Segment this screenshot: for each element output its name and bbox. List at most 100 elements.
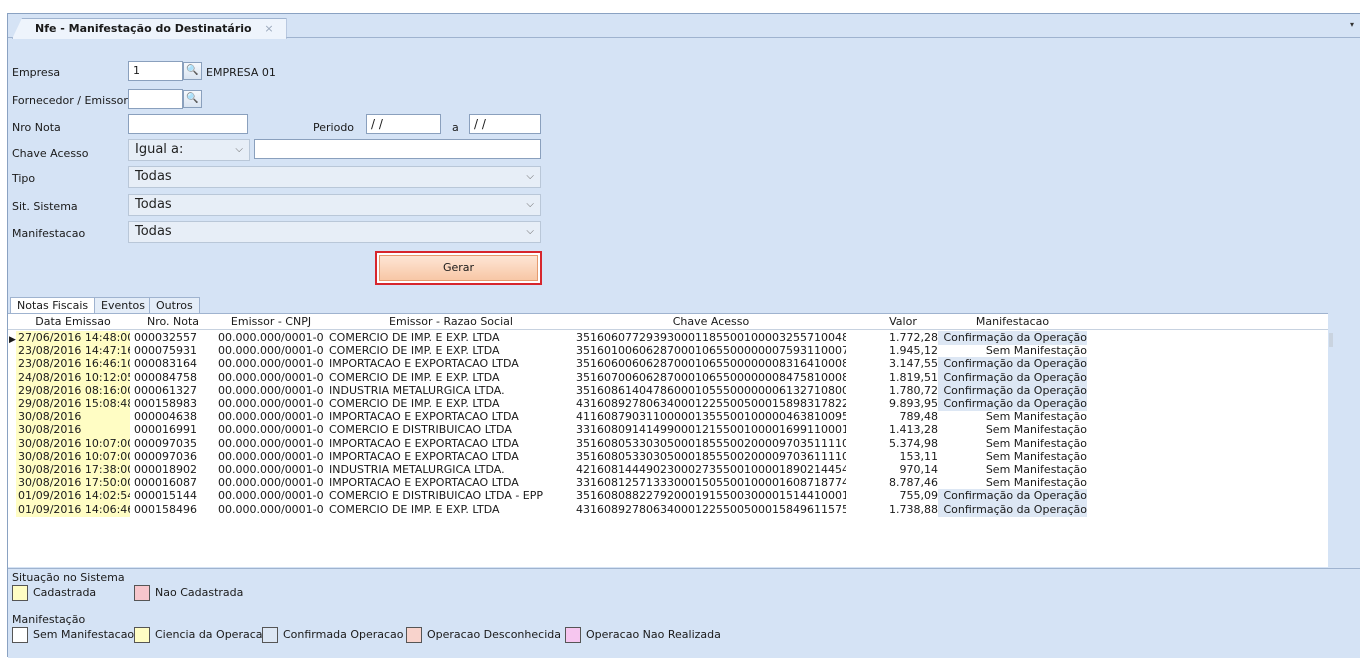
tab-outros[interactable]: Outros xyxy=(149,297,200,313)
table-row[interactable]: 30/08/2016 000004638 00.000.000/0001-06 IMP… xyxy=(8,410,1328,425)
legend-swatch xyxy=(134,585,150,601)
empresa-lookup-icon[interactable]: 🔍 xyxy=(183,62,202,80)
cell-manifestacao: Confirmação da Operação xyxy=(938,383,1087,398)
table-row[interactable]: 30/08/2016 10:07:00 000097035 00.000.000/0… xyxy=(8,436,1328,451)
tab-nfe-manifestacao[interactable]: Nfe - Manifestação do Destinatário × xyxy=(12,18,287,39)
cell-cnpj: 00.000.000/0001-06 xyxy=(218,489,324,503)
manifestacao-select[interactable]: Todas ⌵ xyxy=(128,221,541,243)
table-row[interactable]: 30/08/2016 10:07:00 000097036 00.000.000/0… xyxy=(8,449,1328,464)
cell-razao-social: IMPORTACAO E EXPORTACAO LTDA xyxy=(329,449,519,463)
cell-razao-social: COMERCIO E DISTRIBUICAO LTDA xyxy=(329,423,512,437)
grid-tabs: Notas Fiscais Eventos Outros xyxy=(8,297,1360,313)
nro-nota-field[interactable] xyxy=(128,114,248,134)
col-header-manifestacao[interactable]: Manifestacao xyxy=(938,314,1087,330)
table-row[interactable]: 29/08/2016 08:16:00 000061327 00.000.000/0… xyxy=(8,383,1328,398)
cell-razao-social: COMERCIO DE IMP. E EXP. LTDA xyxy=(329,502,500,516)
gerar-button[interactable]: Gerar xyxy=(379,255,538,281)
tipo-value: Todas xyxy=(135,169,172,184)
cell-cnpj: 00.000.000/0001-06 xyxy=(218,344,324,358)
table-row[interactable]: 30/08/2016 17:50:00 000016087 00.000.000/0… xyxy=(8,476,1328,491)
tab-notas-fiscais[interactable]: Notas Fiscais xyxy=(10,297,96,313)
cell-data-emissao: 24/08/2016 10:12:05 xyxy=(16,370,130,385)
chevron-down-icon: ⌵ xyxy=(526,171,534,182)
sit-sistema-label: Sit. Sistema xyxy=(12,200,78,213)
table-row[interactable]: 23/08/2016 14:47:16 000075931 00.000.000/0… xyxy=(8,344,1328,359)
chave-operator-value: Igual a: xyxy=(135,142,184,157)
cell-data-emissao: 30/08/2016 xyxy=(16,423,130,438)
table-row[interactable]: 30/08/2016 000016991 00.000.000/0001-06 COM… xyxy=(8,423,1328,438)
legend-swatch xyxy=(12,627,28,643)
cell-nro-nota: 000097036 xyxy=(134,449,197,463)
cell-cnpj: 00.000.000/0001-06 xyxy=(218,449,324,463)
table-row[interactable]: 01/09/2016 14:06:46 000158496 00.000.000/0… xyxy=(8,502,1328,517)
cell-nro-nota: 000158983 xyxy=(134,397,197,410)
table-row[interactable]: 24/08/2016 10:12:05 000084758 00.000.000/0… xyxy=(8,370,1328,385)
cell-cnpj: 00.000.000/0001-06 xyxy=(218,423,324,437)
grid-scrollbar[interactable] xyxy=(1329,333,1333,347)
gerar-highlight: Gerar xyxy=(375,251,542,285)
cell-manifestacao: Confirmação da Operação xyxy=(938,397,1087,411)
table-row[interactable]: 01/09/2016 14:02:54 000015144 00.000.000/0… xyxy=(8,489,1328,504)
cell-manifestacao: Sem Manifestação xyxy=(985,344,1087,358)
tab-title: Nfe - Manifestação do Destinatário xyxy=(35,22,252,35)
cell-nro-nota: 000032557 xyxy=(134,331,197,344)
sit-sistema-select[interactable]: Todas ⌵ xyxy=(128,194,541,216)
table-row[interactable]: ▶ 27/06/2016 14:48:00 000032557 00.000.000/… xyxy=(8,331,1328,345)
cell-chave-acesso: 3516080533030500018555002000097036111103… xyxy=(576,449,846,463)
cell-manifestacao: Sem Manifestação xyxy=(985,463,1087,476)
cell-valor: 5.374,98 xyxy=(889,436,938,450)
notas-grid[interactable]: Data Emissao Nro. Nota Emissor - CNPJ Em… xyxy=(8,313,1328,567)
col-header-valor[interactable]: Valor xyxy=(868,314,938,330)
cell-chave-acesso: 3516080882279200019155003000015144100016… xyxy=(576,489,846,503)
col-header-razao-social[interactable]: Emissor - Razao Social xyxy=(329,314,573,330)
empresa-field[interactable]: 1 xyxy=(128,61,183,81)
chevron-down-icon: ⌵ xyxy=(526,199,534,210)
cell-data-emissao: 01/09/2016 14:02:54 xyxy=(16,489,130,504)
cell-razao-social: IMPORTACAO E EXPORTACAO LTDA xyxy=(329,476,519,490)
legend-label: Nao Cadastrada xyxy=(155,586,244,599)
legend-swatch xyxy=(134,627,150,643)
fornecedor-field[interactable] xyxy=(128,89,183,109)
cell-cnpj: 00.000.000/0001-06 xyxy=(218,410,324,424)
cell-valor: 153,11 xyxy=(899,449,939,463)
cell-valor: 1.945,12 xyxy=(889,344,938,358)
cell-nro-nota: 000084758 xyxy=(134,370,197,384)
cell-chave-acesso: 3316080914149900012155001000016991100016… xyxy=(576,423,846,437)
cell-razao-social: COMERCIO DE IMP. E EXP. LTDA xyxy=(329,331,500,344)
cell-valor: 1.738,88 xyxy=(889,502,938,516)
cell-valor: 8.787,46 xyxy=(889,476,938,490)
periodo-to-field[interactable]: / / xyxy=(469,114,541,134)
cell-razao-social: COMERCIO DE IMP. E EXP. LTDA xyxy=(329,370,500,384)
cell-razao-social: IMPORTACAO E EXPORTACAO LTDA xyxy=(329,436,519,450)
cell-valor: 789,48 xyxy=(899,410,939,424)
cell-razao-social: INDUSTRIA METALURGICA LTDA. xyxy=(329,383,505,397)
manifestacao-label: Manifestacao xyxy=(12,227,86,240)
grid-header: Data Emissao Nro. Nota Emissor - CNPJ Em… xyxy=(8,314,1328,330)
legend-swatch xyxy=(262,627,278,643)
fornecedor-lookup-icon[interactable]: 🔍 xyxy=(183,90,202,108)
cell-data-emissao: 29/08/2016 08:16:00 xyxy=(16,383,130,398)
cell-cnpj: 00.000.000/0001-06 xyxy=(218,331,324,344)
tab-eventos[interactable]: Eventos xyxy=(94,297,152,313)
close-icon[interactable]: × xyxy=(264,19,273,39)
cell-manifestacao: Confirmação da Operação xyxy=(938,357,1087,372)
col-header-chave-acesso[interactable]: Chave Acesso xyxy=(576,314,846,330)
table-row[interactable]: 29/08/2016 15:08:48 000158983 00.000.000/0… xyxy=(8,397,1328,411)
tipo-select[interactable]: Todas ⌵ xyxy=(128,166,541,188)
cell-razao-social: IMPORTACAO E EXPORTACAO LTDA xyxy=(329,410,519,424)
chave-acesso-field[interactable] xyxy=(254,139,541,159)
cell-cnpj: 00.000.000/0001-06 xyxy=(218,436,324,450)
table-row[interactable]: 30/08/2016 17:38:00 000018902 00.000.000/0… xyxy=(8,463,1328,477)
table-row[interactable]: 23/08/2016 16:46:10 000083164 00.000.000/0… xyxy=(8,357,1328,372)
periodo-from-field[interactable]: / / xyxy=(366,114,441,134)
cell-manifestacao: Sem Manifestação xyxy=(985,423,1087,437)
chevron-down-icon[interactable]: ▾ xyxy=(1350,20,1358,30)
col-header-cnpj[interactable]: Emissor - CNPJ xyxy=(216,314,326,330)
col-header-nro-nota[interactable]: Nro. Nota xyxy=(132,314,214,330)
cell-valor: 1.413,28 xyxy=(889,423,938,437)
chave-operator-select[interactable]: Igual a: ⌵ xyxy=(128,139,250,161)
cell-chave-acesso: 4316089278063400012255005000158983178227… xyxy=(576,397,846,410)
cell-nro-nota: 000097035 xyxy=(134,436,197,450)
cell-chave-acesso: 3316081257133300015055001000016087187744… xyxy=(576,476,846,490)
col-header-data-emissao[interactable]: Data Emissao xyxy=(16,314,130,330)
